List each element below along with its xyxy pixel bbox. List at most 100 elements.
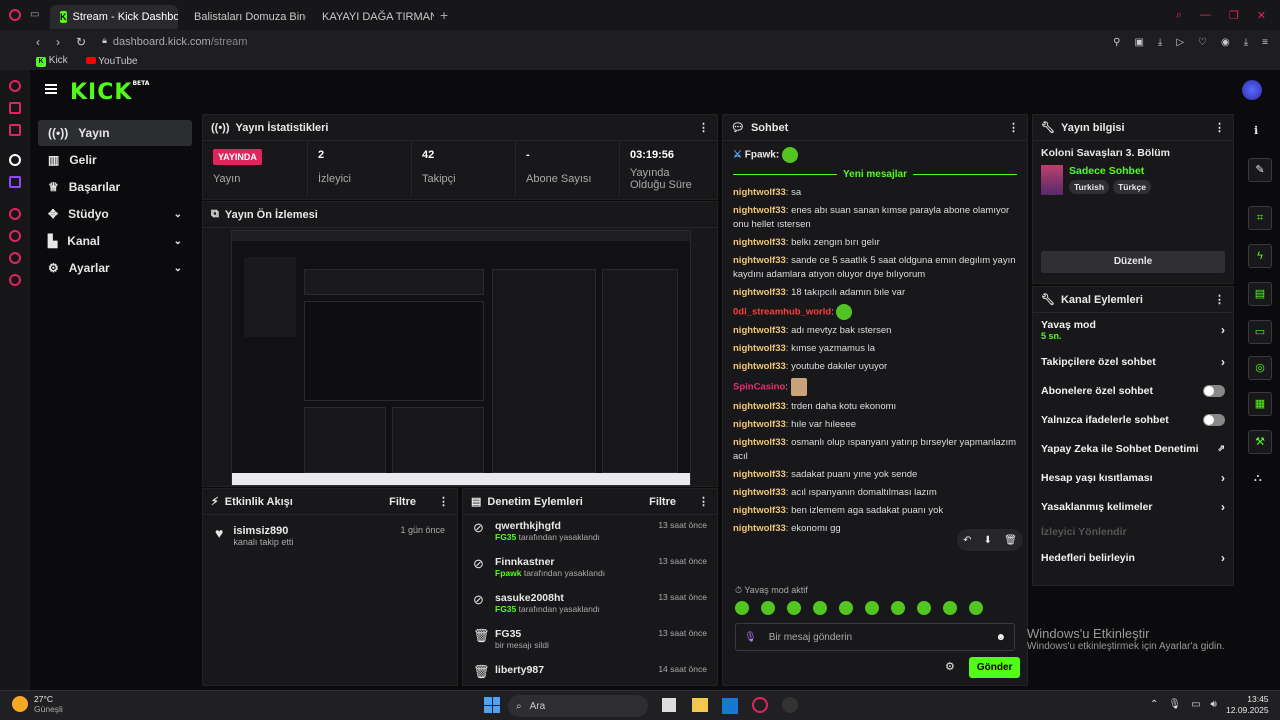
- chat-username[interactable]: nightwolf33: [733, 187, 786, 198]
- sidebar-kick-icon[interactable]: [9, 154, 21, 166]
- action-subs-only[interactable]: Abonelere özel sohbet: [1033, 376, 1233, 405]
- sidebar-extensions-icon[interactable]: [9, 252, 21, 264]
- action-ai-moderation[interactable]: Yapay Zeka ile Sohbet Denetimi ⇗: [1033, 434, 1233, 463]
- chat-username[interactable]: nightwolf33: [733, 419, 786, 430]
- microphone-icon[interactable]: 🎙︎: [1168, 699, 1181, 710]
- chat-username[interactable]: nightwolf33: [733, 255, 786, 266]
- emote-icon[interactable]: [865, 601, 879, 615]
- kick-logo[interactable]: KICKBETA: [70, 80, 149, 105]
- emotes-only-toggle[interactable]: [1203, 413, 1225, 426]
- nav-item-stream[interactable]: ((•)) Yayın: [38, 120, 192, 146]
- moderated-user[interactable]: liberty987: [495, 664, 544, 676]
- opera-taskbar-icon[interactable]: [752, 697, 768, 713]
- volume-icon[interactable]: 🔊︎: [1211, 699, 1217, 710]
- note-icon[interactable]: ▤: [1248, 282, 1272, 306]
- moderated-user[interactable]: sasuke2008ht: [495, 592, 600, 604]
- search-tabs-icon[interactable]: ⌕: [1176, 9, 1182, 22]
- info-icon[interactable]: ℹ: [1254, 124, 1258, 137]
- nav-item-studio[interactable]: ✥ Stüdyo ⌄: [38, 201, 192, 227]
- app-taskbar-icon[interactable]: [782, 697, 798, 713]
- tab-kick-dashboard[interactable]: K Stream - Kick Dashboard: [50, 5, 178, 29]
- category-thumbnail[interactable]: [1041, 165, 1063, 195]
- moderator-name[interactable]: FG35: [495, 604, 516, 614]
- sidebar-twitch-icon[interactable]: [9, 176, 21, 188]
- stream-preview-video[interactable]: [231, 230, 691, 486]
- maximize-icon[interactable]: ❐: [1229, 9, 1239, 22]
- nav-item-achievements[interactable]: ♕ Başarılar: [38, 174, 192, 200]
- category-name[interactable]: Sadece Sohbet: [1069, 165, 1151, 177]
- chat-username[interactable]: nightwolf33: [733, 343, 786, 354]
- more-options-icon[interactable]: ⋮: [1008, 121, 1019, 134]
- more-options-icon[interactable]: ⋮: [1214, 121, 1225, 134]
- share-icon[interactable]: ⛬: [1254, 472, 1262, 485]
- moderator-name[interactable]: Fpawk: [495, 568, 521, 578]
- network-icon[interactable]: ▭: [1191, 699, 1200, 710]
- download-icon[interactable]: ⤓: [1158, 37, 1162, 48]
- filter-button[interactable]: Filtre: [389, 496, 416, 508]
- scan-icon[interactable]: ⌗: [1248, 206, 1272, 230]
- tab-youtube-2[interactable]: KAYAYI DAĞA TIRMANDIR: [306, 5, 434, 29]
- snapshot-icon[interactable]: ▣: [1134, 37, 1143, 48]
- emote-icon[interactable]: [813, 601, 827, 615]
- chat-username[interactable]: nightwolf33: [733, 361, 786, 372]
- sidebar-history-icon[interactable]: [9, 230, 21, 242]
- action-account-age[interactable]: Hesap yaşı kısıtlaması ›: [1033, 463, 1233, 492]
- chat-username[interactable]: nightwolf33: [733, 205, 786, 216]
- emoji-icon[interactable]: ☻: [995, 632, 1006, 643]
- send-button[interactable]: Gönder: [968, 657, 1021, 678]
- task-view-icon[interactable]: [662, 698, 676, 712]
- nav-item-channel[interactable]: ▙ Kanal ⌄: [38, 228, 192, 254]
- emote-icon[interactable]: [839, 601, 853, 615]
- hamburger-menu-icon[interactable]: [45, 84, 57, 94]
- moderator-name[interactable]: FG35: [495, 532, 516, 542]
- heart-icon[interactable]: ♡: [1198, 37, 1207, 48]
- chat-username[interactable]: nightwolf33: [733, 487, 786, 498]
- nav-item-revenue[interactable]: ▥ Gelir: [38, 147, 192, 173]
- emote-icon[interactable]: [917, 601, 931, 615]
- emote-icon[interactable]: [761, 601, 775, 615]
- taskbar-search[interactable]: ⌕ Ara: [508, 695, 648, 717]
- action-followers-only[interactable]: Takipçilere özel sohbet ›: [1033, 347, 1233, 376]
- bookmark-youtube[interactable]: YouTube: [85, 56, 138, 67]
- sidebar-settings-icon[interactable]: [9, 274, 21, 286]
- chat-icon[interactable]: ▭: [1248, 320, 1272, 344]
- minimize-icon[interactable]: —: [1200, 9, 1211, 22]
- sidebar-player-icon[interactable]: [9, 208, 21, 220]
- sidebar-messenger-icon[interactable]: [9, 102, 21, 114]
- emote-icon[interactable]: [891, 601, 905, 615]
- action-emotes-only[interactable]: Yalnızca ifadelerle sohbet: [1033, 405, 1233, 434]
- moderated-user[interactable]: Finnkastner: [495, 556, 605, 568]
- wrench-icon[interactable]: ⚒: [1248, 430, 1272, 454]
- chat-username[interactable]: SpinCasino: [733, 382, 785, 393]
- forward-icon[interactable]: ›: [56, 35, 60, 49]
- back-icon[interactable]: ‹: [36, 35, 40, 49]
- layout-icon[interactable]: ▦: [1248, 392, 1272, 416]
- account-icon[interactable]: ◉: [1221, 37, 1230, 48]
- menu-icon[interactable]: ≡: [1262, 37, 1268, 48]
- activity-user[interactable]: isimsiz890: [233, 525, 293, 537]
- moderated-user[interactable]: qwerthkjhgfd: [495, 520, 600, 532]
- pin-icon[interactable]: ⚲: [1113, 37, 1120, 48]
- emote-icon[interactable]: [787, 601, 801, 615]
- new-tab-icon[interactable]: +: [440, 7, 448, 23]
- downloads-icon[interactable]: ⤓: [1244, 37, 1248, 48]
- chat-username[interactable]: nightwolf33: [733, 437, 786, 448]
- gear-icon[interactable]: ⚙: [945, 661, 955, 673]
- filter-button[interactable]: Filtre: [649, 496, 676, 508]
- lightning-icon[interactable]: ϟ: [1248, 244, 1272, 268]
- more-options-icon[interactable]: ⋮: [698, 495, 709, 508]
- emote-icon[interactable]: [735, 601, 749, 615]
- tab-youtube-1[interactable]: Balistaları Domuza Bindir: [178, 5, 306, 29]
- emote-icon[interactable]: [969, 601, 983, 615]
- avatar[interactable]: [1242, 80, 1262, 100]
- chat-username[interactable]: Fpawk: [745, 150, 776, 161]
- action-goals[interactable]: Hedefleri belirleyin ›: [1033, 543, 1233, 572]
- subs-only-toggle[interactable]: [1203, 384, 1225, 397]
- bookmark-kick[interactable]: K Kick: [36, 55, 68, 67]
- close-icon[interactable]: ✕: [1257, 9, 1266, 22]
- chat-username[interactable]: nightwolf33: [733, 401, 786, 412]
- nav-item-settings[interactable]: ⚙ Ayarlar ⌄: [38, 255, 192, 281]
- reload-icon[interactable]: ↻: [76, 35, 86, 49]
- weather-widget[interactable]: 27°C Güneşli: [12, 694, 63, 714]
- tag[interactable]: Türkçe: [1113, 180, 1151, 194]
